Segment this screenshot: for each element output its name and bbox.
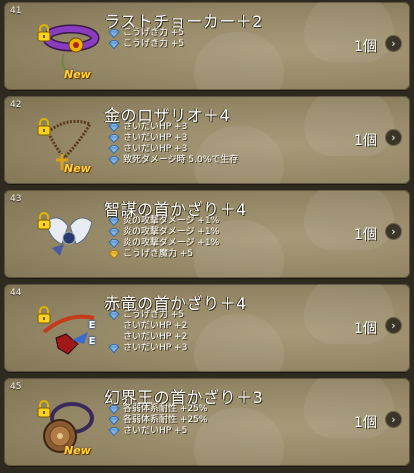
stat-line: さいだいHP +2 [108,332,187,343]
jewel-icon [108,311,120,321]
chevron-right-icon[interactable]: › [385,317,402,334]
item-count: 1個 [354,415,377,431]
item-number: 45 [10,382,22,392]
lock-icon[interactable] [36,400,52,418]
background-slime-watermark [194,314,284,372]
jewel-icon [108,217,120,227]
stat-list: 炎の攻撃ダメージ +1% 炎の攻撃ダメージ +1% 炎の攻撃ダメージ +1% こうげき… [108,216,219,260]
equipped-badge: E [88,336,96,347]
chevron-right-icon[interactable]: › [385,35,402,52]
background-slime-watermark [304,284,394,344]
lock-icon[interactable] [36,306,52,324]
lock-icon[interactable] [36,118,52,136]
equipped-badge: E [88,320,96,331]
lock-icon[interactable] [36,24,52,42]
stat-text: こうげき力 +5 [123,310,185,320]
item-row[interactable]: 41 New ラストチョーカー＋2 こうげき力 +5 こうげき力 +5 1個 › [4,2,410,90]
item-row[interactable]: 42 New 金のロザリオ＋4 さいだいHP +3 さいだいHP +3 さいだいHP +3… [4,96,410,184]
stat-line: さいだいHP +2 [108,321,187,332]
stat-text: さいだいHP +3 [123,122,188,132]
item-count: 1個 [354,227,377,243]
stat-text: さいだいHP +3 [123,133,188,143]
stat-line: さいだいHP +3 [108,122,238,133]
jewel-icon [108,427,120,437]
item-row[interactable]: 45 New 幻界王の首かざり＋3 各弱体系耐性 +25% 各弱体系耐性 +25% さいだ… [4,378,410,466]
item-count: 1個 [354,39,377,55]
new-badge: New [64,68,91,81]
background-slime-watermark [304,96,394,156]
background-slime-watermark [304,2,394,62]
item-count: 1個 [354,321,377,337]
stat-text: こうげき魔力 +5 [123,249,194,259]
jewel-icon [108,134,120,144]
background-slime-watermark [194,32,284,90]
stat-text: こうげき力 +5 [123,28,185,38]
jewel-icon [108,156,120,166]
stat-line: こうげき力 +5 [108,28,184,39]
stat-text: さいだいHP +2 [123,321,188,331]
stat-list: こうげき力 +5 こうげき力 +5 [108,28,184,50]
stat-line: さいだいHP +5 [108,426,207,437]
background-slime-watermark [194,408,284,466]
jewel-icon [108,344,120,354]
item-number: 42 [10,100,22,110]
new-badge: New [64,162,91,175]
new-badge: New [64,444,91,457]
item-row[interactable]: 44 E E 赤竜の首かざり＋4 こうげき力 +5 さいだいHP +2 さいだいHP +2 さ… [4,284,410,372]
background-slime-watermark [304,378,394,438]
chevron-right-icon[interactable]: › [385,223,402,240]
jewel-icon [108,239,120,249]
stat-text: 各弱体系耐性 +25% [123,404,208,414]
stat-list: さいだいHP +3 さいだいHP +3 さいだいHP +3 致死ダメージ時 5.0%で… [108,122,238,166]
empty-jewel-slot [108,322,120,331]
stat-list: こうげき力 +5 さいだいHP +2 さいだいHP +2 さいだいHP +3 [108,310,187,354]
stat-line: 炎の攻撃ダメージ +1% [108,238,219,249]
stat-line: 炎の攻撃ダメージ +1% [108,216,219,227]
jewel-icon [108,123,120,133]
stat-text: 各弱体系耐性 +25% [123,415,208,425]
jewel-icon [108,250,120,260]
item-number: 41 [10,6,22,16]
stat-line: 炎の攻撃ダメージ +1% [108,227,219,238]
stat-text: 炎の攻撃ダメージ +1% [123,238,220,248]
item-number: 43 [10,194,22,204]
stat-text: こうげき力 +5 [123,39,185,49]
jewel-icon [108,29,120,39]
stat-line: こうげき魔力 +5 [108,249,219,260]
jewel-icon [108,145,120,155]
stat-text: 炎の攻撃ダメージ +1% [123,227,220,237]
stat-text: さいだいHP +3 [123,144,188,154]
chevron-right-icon[interactable]: › [385,411,402,428]
stat-line: 各弱体系耐性 +25% [108,415,207,426]
accessory-list: 41 New ラストチョーカー＋2 こうげき力 +5 こうげき力 +5 1個 › 42 New 金… [0,0,414,473]
stat-line: 各弱体系耐性 +25% [108,404,207,415]
jewel-icon [108,405,120,415]
chevron-right-icon[interactable]: › [385,129,402,146]
stat-text: 致死ダメージ時 5.0%で生存 [123,155,239,165]
item-row[interactable]: 43 智謀の首かざり＋4 炎の攻撃ダメージ +1% 炎の攻撃ダメージ +1% 炎の攻撃ダ… [4,190,410,278]
stat-list: 各弱体系耐性 +25% 各弱体系耐性 +25% さいだいHP +5 [108,404,207,437]
empty-jewel-slot [108,333,120,342]
stat-text: さいだいHP +3 [123,343,188,353]
item-count: 1個 [354,133,377,149]
jewel-icon [108,40,120,50]
stat-line: さいだいHP +3 [108,133,238,144]
background-slime-watermark [304,190,394,250]
jewel-icon [108,416,120,426]
stat-line: さいだいHP +3 [108,343,187,354]
lock-icon[interactable] [36,212,52,230]
item-number: 44 [10,288,22,298]
stat-line: さいだいHP +3 [108,144,238,155]
stat-line: こうげき力 +5 [108,310,187,321]
stat-text: さいだいHP +5 [123,426,188,436]
stat-text: さいだいHP +2 [123,332,188,342]
stat-line: 致死ダメージ時 5.0%で生存 [108,155,238,166]
stat-text: 炎の攻撃ダメージ +1% [123,216,220,226]
jewel-icon [108,228,120,238]
stat-line: こうげき力 +5 [108,39,184,50]
